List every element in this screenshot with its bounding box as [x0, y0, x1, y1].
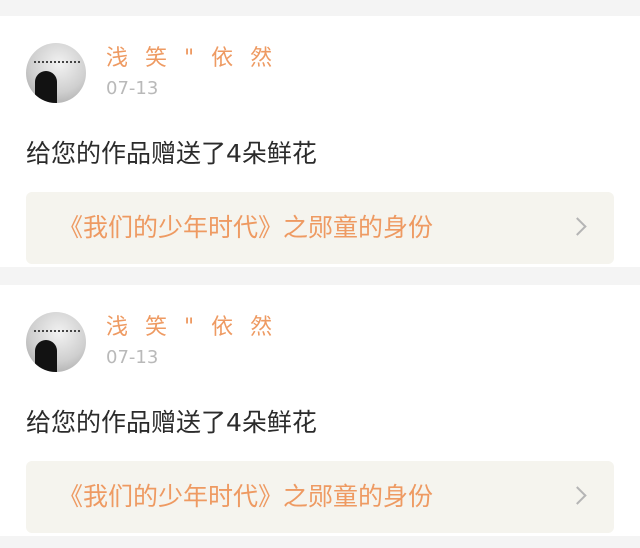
notification-card: 浅 笑 " 依 然 07-13 给您的作品赠送了4朵鲜花 《我们的少年时代》之郧… [0, 285, 640, 536]
work-title: 《我们的少年时代》之郧童的身份 [58, 482, 434, 511]
username-link[interactable]: 浅 笑 " 依 然 [106, 313, 277, 343]
username-link[interactable]: 浅 笑 " 依 然 [106, 44, 277, 74]
timestamp: 07-13 [106, 347, 159, 368]
gift-message: 给您的作品赠送了4朵鲜花 [26, 408, 317, 437]
card-header: 浅 笑 " 依 然 07-13 [26, 311, 277, 373]
card-header: 浅 笑 " 依 然 07-13 [26, 42, 277, 104]
timestamp: 07-13 [106, 78, 159, 99]
avatar[interactable] [26, 312, 86, 372]
notification-card: 浅 笑 " 依 然 07-13 给您的作品赠送了4朵鲜花 《我们的少年时代》之郧… [0, 16, 640, 267]
user-meta: 浅 笑 " 依 然 07-13 [106, 44, 277, 102]
work-link-card[interactable]: 《我们的少年时代》之郧童的身份 [26, 192, 614, 264]
avatar-script-decoration [34, 330, 80, 338]
work-link-card[interactable]: 《我们的少年时代》之郧童的身份 [26, 461, 614, 533]
chevron-right-icon [568, 217, 587, 236]
chevron-right-icon [568, 486, 587, 505]
avatar-silhouette-icon [35, 71, 57, 103]
avatar-script-decoration [34, 61, 80, 69]
gift-notification-feed: 浅 笑 " 依 然 07-13 给您的作品赠送了4朵鲜花 《我们的少年时代》之郧… [0, 0, 640, 536]
work-title: 《我们的少年时代》之郧童的身份 [58, 213, 434, 242]
avatar-silhouette-icon [35, 340, 57, 372]
gift-message: 给您的作品赠送了4朵鲜花 [26, 139, 317, 168]
user-meta: 浅 笑 " 依 然 07-13 [106, 313, 277, 371]
avatar[interactable] [26, 43, 86, 103]
